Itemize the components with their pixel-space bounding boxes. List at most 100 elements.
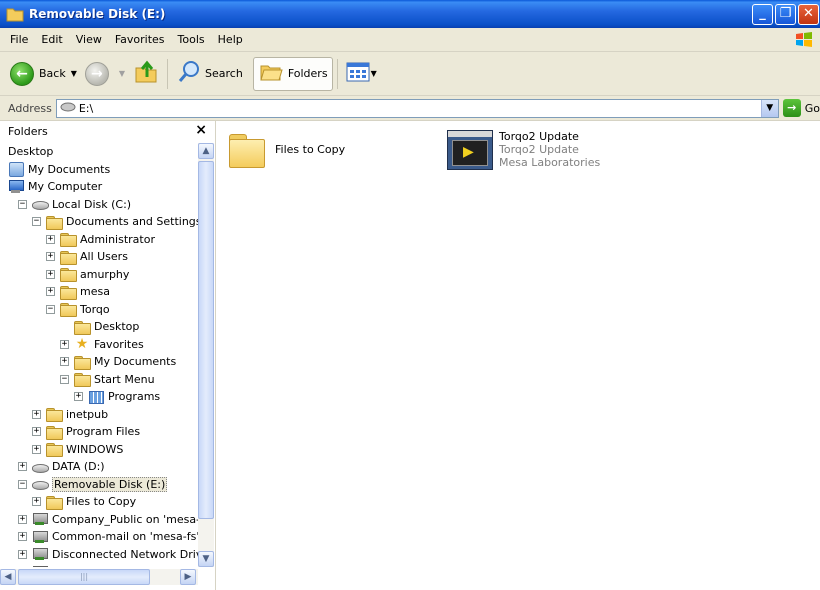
- collapse-icon[interactable]: −: [46, 304, 55, 314]
- tree-item-label: Removable Disk (E:): [52, 476, 168, 492]
- tree-item[interactable]: + mesa: [46, 283, 110, 300]
- folders-label: Folders: [287, 67, 328, 80]
- tree-item[interactable]: + Disconnected Network Drive (: [18, 546, 198, 563]
- tree-item[interactable]: + Company_Public on 'mesa-app: [18, 511, 198, 528]
- expand-icon[interactable]: +: [60, 357, 69, 366]
- forward-button[interactable]: → ▼: [81, 57, 129, 91]
- expand-icon[interactable]: +: [46, 234, 55, 244]
- expand-icon[interactable]: +: [18, 514, 27, 524]
- scroll-thumb[interactable]: [198, 161, 214, 519]
- my-computer-icon: [8, 179, 24, 194]
- file-list-view: Files to Copy Torqo2 Update Torqo2 Updat…: [217, 121, 820, 590]
- tree-item[interactable]: Desktop: [8, 143, 53, 160]
- menu-favorites[interactable]: Favorites: [115, 33, 165, 46]
- tree-item[interactable]: + DATA (D:): [18, 458, 105, 475]
- views-dropdown-icon[interactable]: ▼: [371, 69, 377, 78]
- tree-item[interactable]: + Programs: [74, 388, 160, 405]
- tree-item-label: Disconnected Network Drive (: [52, 547, 198, 561]
- folders-button[interactable]: Folders: [252, 56, 333, 91]
- tree-item[interactable]: − Local Disk (C:): [18, 196, 131, 213]
- tree-item[interactable]: My Computer: [8, 178, 102, 195]
- scroll-left-button[interactable]: ◀: [0, 569, 16, 585]
- tree-item[interactable]: + All Users: [46, 248, 128, 265]
- tree-item[interactable]: + inetpub: [32, 406, 108, 423]
- tree-item-label: WINDOWS: [66, 442, 124, 456]
- tree-item-label: Torqo: [80, 302, 110, 316]
- forward-dropdown-icon[interactable]: ▼: [119, 69, 125, 78]
- toolbar-separator: [167, 58, 169, 89]
- tree-vertical-scrollbar[interactable]: ▲ ▼: [198, 143, 214, 567]
- menu-help[interactable]: Help: [218, 33, 243, 46]
- up-folder-button[interactable]: [129, 57, 163, 91]
- expand-icon[interactable]: +: [74, 392, 83, 401]
- go-button[interactable]: → Go: [782, 99, 820, 117]
- address-dropdown-icon[interactable]: ▼: [760, 99, 778, 117]
- views-button[interactable]: ▼: [342, 57, 381, 91]
- collapse-icon[interactable]: −: [18, 199, 27, 209]
- collapse-icon[interactable]: −: [18, 479, 27, 489]
- expand-icon[interactable]: +: [32, 427, 41, 436]
- tree-item[interactable]: + Program Files: [32, 423, 140, 440]
- expand-icon[interactable]: +: [18, 532, 27, 541]
- menu-edit[interactable]: Edit: [41, 33, 62, 46]
- tree-item[interactable]: − Torqo: [46, 301, 110, 318]
- expand-icon[interactable]: +: [46, 287, 55, 296]
- expand-icon[interactable]: +: [32, 497, 41, 506]
- go-arrow-icon: →: [782, 99, 801, 117]
- tree-item-label: Common-mail on 'mesa-fs' (N:: [52, 530, 198, 543]
- tree-item-label: Company_Public on 'mesa-app: [52, 512, 198, 526]
- tree-item[interactable]: + Administrator: [46, 231, 155, 248]
- folder-icon: [46, 442, 63, 457]
- tree-item[interactable]: + Common-mail on 'mesa-fs' (N:: [18, 528, 198, 545]
- tree-item[interactable]: + amurphy: [46, 266, 129, 283]
- folders-pane-close-button[interactable]: ×: [195, 122, 207, 138]
- expand-icon[interactable]: +: [18, 549, 27, 559]
- collapse-icon[interactable]: −: [32, 217, 41, 226]
- tree-item[interactable]: − Start Menu: [60, 371, 155, 388]
- file-item-name: Torqo2 Update: [499, 130, 579, 143]
- search-button[interactable]: Search: [172, 57, 247, 91]
- address-input[interactable]: E:\ ▼: [55, 98, 779, 118]
- folder-icon: [60, 267, 77, 282]
- tree-item[interactable]: + ★ Favorites: [60, 336, 144, 353]
- menu-view[interactable]: View: [76, 33, 102, 46]
- tree-item[interactable]: + Files to Copy: [32, 493, 136, 510]
- tree-item[interactable]: − Removable Disk (E:): [18, 476, 168, 493]
- drive-icon: [32, 460, 49, 474]
- tree-item[interactable]: + WINDOWS: [32, 441, 123, 458]
- menu-file[interactable]: File: [10, 33, 28, 46]
- go-label: Go: [804, 101, 820, 115]
- horizontal-scroll-thumb[interactable]: |||: [18, 569, 150, 585]
- tree-item[interactable]: + My Documents: [60, 353, 176, 370]
- scroll-up-button[interactable]: ▲: [198, 143, 214, 159]
- scroll-down-button[interactable]: ▼: [198, 551, 214, 567]
- tree-item[interactable]: Desktop: [74, 318, 139, 335]
- search-label: Search: [205, 67, 243, 80]
- folders-pane-title: Folders: [8, 124, 48, 138]
- folder-icon: [227, 130, 267, 168]
- maximize-button[interactable]: ❐: [775, 4, 796, 25]
- expand-icon[interactable]: +: [18, 462, 27, 471]
- tree-item[interactable]: My Documents: [8, 161, 110, 178]
- expand-icon[interactable]: +: [60, 339, 69, 349]
- folders-icon: [258, 60, 284, 87]
- tree-item[interactable]: − Documents and Settings: [32, 213, 198, 230]
- expand-icon[interactable]: +: [46, 269, 55, 279]
- expand-icon[interactable]: +: [32, 409, 41, 419]
- close-button[interactable]: ✕: [798, 4, 819, 25]
- back-dropdown-icon[interactable]: ▼: [71, 69, 77, 78]
- collapse-icon[interactable]: −: [60, 374, 69, 384]
- minimize-button[interactable]: _: [752, 4, 773, 25]
- tree-horizontal-scrollbar[interactable]: ◀ ||| ▶: [0, 569, 198, 585]
- back-label: Back: [39, 67, 66, 80]
- scroll-right-button[interactable]: ▶: [180, 569, 196, 585]
- back-button[interactable]: ← Back ▼: [6, 57, 81, 91]
- network-drive-icon: [32, 530, 48, 544]
- tree-item[interactable]: +Data on 'mesa-fs' (Z:): [18, 563, 172, 567]
- tree-item-label: inetpub: [66, 407, 109, 421]
- my-documents-icon: [8, 162, 24, 177]
- expand-icon[interactable]: +: [32, 444, 41, 454]
- expand-icon[interactable]: +: [46, 252, 55, 261]
- menu-tools[interactable]: Tools: [178, 33, 205, 46]
- tree-item-label: Desktop: [94, 320, 140, 333]
